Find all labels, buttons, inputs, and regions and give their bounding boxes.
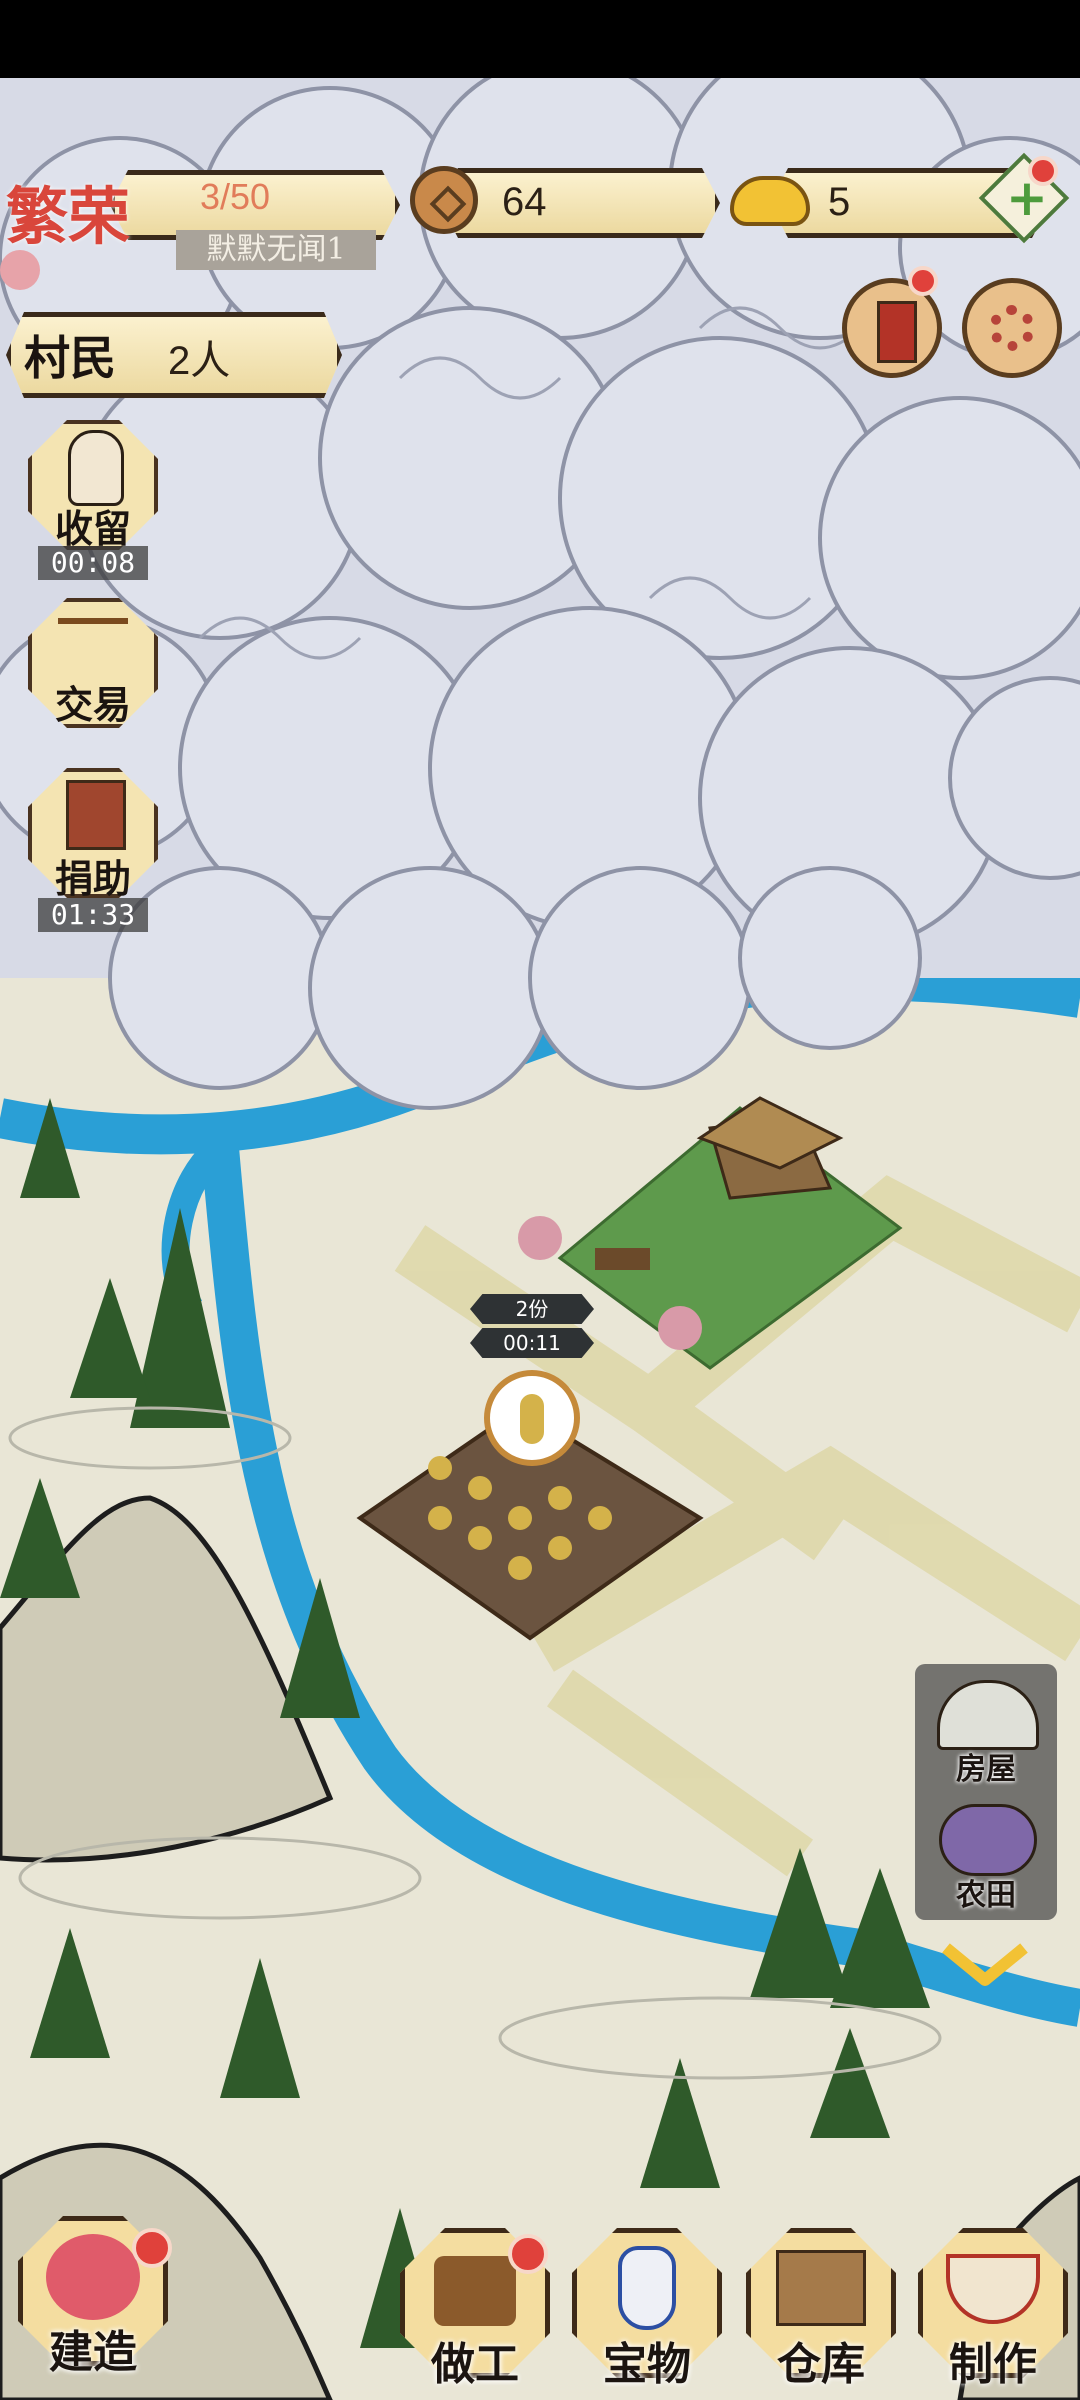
farmland-icon (939, 1804, 1037, 1876)
category-farmland-label: 农田 (956, 1878, 1016, 1913)
category-house[interactable]: 房屋 (925, 1674, 1047, 1792)
shelter-label: 收留 (54, 506, 131, 551)
house-icon (937, 1680, 1039, 1750)
settings-button[interactable] (962, 278, 1062, 378)
notification-dot (508, 2234, 548, 2274)
vase-icon (618, 2246, 676, 2330)
warehouse-icon (776, 2250, 866, 2326)
world-map[interactable] (0, 78, 1080, 2400)
craft-label: 制作 (949, 2339, 1037, 2390)
coins-panel[interactable]: 64 (410, 166, 720, 238)
gold-panel[interactable]: 5 + (730, 152, 1070, 244)
prosperity-label: 繁荣 (6, 180, 131, 253)
build-label: 建造 (49, 2327, 137, 2378)
warehouse-button[interactable]: 仓库 (746, 2228, 896, 2390)
work-icon (434, 2256, 516, 2326)
gold-ingot-icon (730, 176, 810, 226)
villagers-count: 2人 (168, 339, 231, 383)
category-farmland[interactable]: 农田 (925, 1798, 1047, 1916)
work-label: 做工 (431, 2339, 519, 2390)
coins-value: 64 (502, 180, 547, 224)
status-bar (0, 0, 1080, 78)
plum-blossom-icon (0, 250, 40, 290)
build-icon (46, 2234, 140, 2320)
notification-dot (908, 266, 938, 296)
scale-icon (58, 618, 128, 674)
wheat-harvest-icon[interactable] (484, 1370, 580, 1466)
gear-icon (989, 305, 1035, 351)
donate-label: 捐助 (54, 856, 131, 901)
notification-dot (132, 2228, 172, 2268)
prosperity-panel[interactable]: 3/50 默默无闻1 繁荣 (0, 160, 400, 290)
chevron-down-icon (942, 1943, 1028, 1986)
trade-label: 交易 (54, 682, 131, 727)
village-name: 默默无闻1 (176, 230, 376, 270)
trade-button[interactable]: 交易 (28, 598, 158, 728)
donation-box-icon (66, 780, 126, 850)
treasure-button[interactable]: 宝物 (572, 2228, 722, 2390)
treasure-label: 宝物 (603, 2339, 691, 2390)
notification-dot (1028, 156, 1058, 186)
gold-value: 5 (828, 180, 851, 224)
villagers-panel[interactable]: 村民 2人 (6, 312, 336, 392)
shelter-button[interactable]: 收留 (28, 420, 158, 551)
harvest-timer-tag: 00:11 (470, 1328, 594, 1358)
villagers-label: 村民 (24, 331, 116, 385)
build-category-panel: 房屋 农田 (915, 1664, 1057, 1920)
collapse-panel-button[interactable] (940, 1940, 1030, 1990)
official-letter-icon (877, 301, 917, 363)
shelter-timer: 00:08 (38, 546, 148, 580)
copper-coin-icon (410, 166, 478, 234)
craft-button[interactable]: 制作 (918, 2228, 1068, 2390)
villager-portrait-icon (68, 430, 124, 506)
category-house-label: 房屋 (956, 1752, 1016, 1787)
donate-button[interactable]: 捐助 (28, 768, 158, 901)
harvest-portions-tag: 2份 (470, 1294, 594, 1324)
donate-timer: 01:33 (38, 898, 148, 932)
warehouse-label: 仓库 (777, 2339, 865, 2390)
prosperity-value: 3/50 (200, 176, 271, 217)
